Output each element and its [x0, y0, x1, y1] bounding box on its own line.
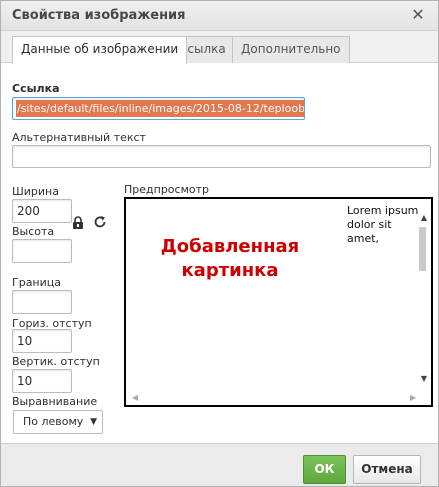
tab-advanced[interactable]: Дополнительно [232, 36, 350, 63]
align-select[interactable]: По левому ▼ [13, 410, 103, 434]
scroll-down-icon[interactable]: ▼ [421, 374, 427, 383]
image-properties-dialog: Свойства изображения ✕ Данные об изображ… [0, 0, 439, 487]
close-icon[interactable]: ✕ [410, 7, 426, 23]
alt-text-label: Альтернативный текст [12, 131, 146, 144]
dialog-footer: ОК Отмена [1, 443, 438, 486]
tab-image-info[interactable]: Данные об изображении [12, 36, 188, 64]
url-input[interactable]: /sites/default/files/inline/images/2015-… [12, 97, 305, 120]
align-label: Выравнивание [12, 395, 98, 408]
border-input[interactable] [12, 290, 72, 314]
cancel-button[interactable]: Отмена [353, 455, 421, 484]
height-input[interactable] [12, 239, 72, 263]
chevron-down-icon: ▼ [90, 417, 97, 427]
reset-size-icon[interactable] [93, 215, 107, 229]
vspace-input[interactable] [12, 369, 72, 393]
lock-icon[interactable] [71, 216, 85, 230]
height-label: Высота [12, 225, 55, 238]
preview-image: Добавленная картинка [160, 236, 300, 281]
hspace-input[interactable] [12, 329, 72, 353]
dialog-title: Свойства изображения [12, 8, 186, 23]
vspace-label: Вертик. отступ [12, 355, 100, 368]
scrollbar-thumb[interactable] [419, 227, 426, 271]
alt-text-input[interactable] [12, 145, 431, 168]
border-label: Граница [12, 276, 62, 289]
tab-bar: Данные об изображении Ссылка Дополнитель… [1, 31, 438, 64]
url-value: /sites/default/files/inline/images/2015-… [16, 100, 304, 117]
dialog-titlebar[interactable]: Свойства изображения ✕ [1, 1, 438, 31]
url-label: Ссылка [12, 82, 60, 95]
scroll-left-icon[interactable]: ◀ [132, 393, 138, 402]
width-input[interactable] [12, 199, 72, 223]
preview-label: Предпросмотр [124, 183, 209, 196]
preview-box: Добавленная картинка Lorem ipsum dolor s… [124, 197, 433, 407]
scroll-right-icon[interactable]: ▶ [410, 393, 416, 402]
align-select-value: По левому [23, 415, 84, 428]
ok-button[interactable]: ОК [303, 455, 346, 484]
tab-content: Ссылка /sites/default/files/inline/image… [1, 63, 438, 443]
scroll-up-icon[interactable]: ▲ [421, 213, 427, 222]
width-label: Ширина [12, 185, 59, 198]
preview-lorem-text: Lorem ipsum dolor sit amet, [347, 204, 419, 245]
